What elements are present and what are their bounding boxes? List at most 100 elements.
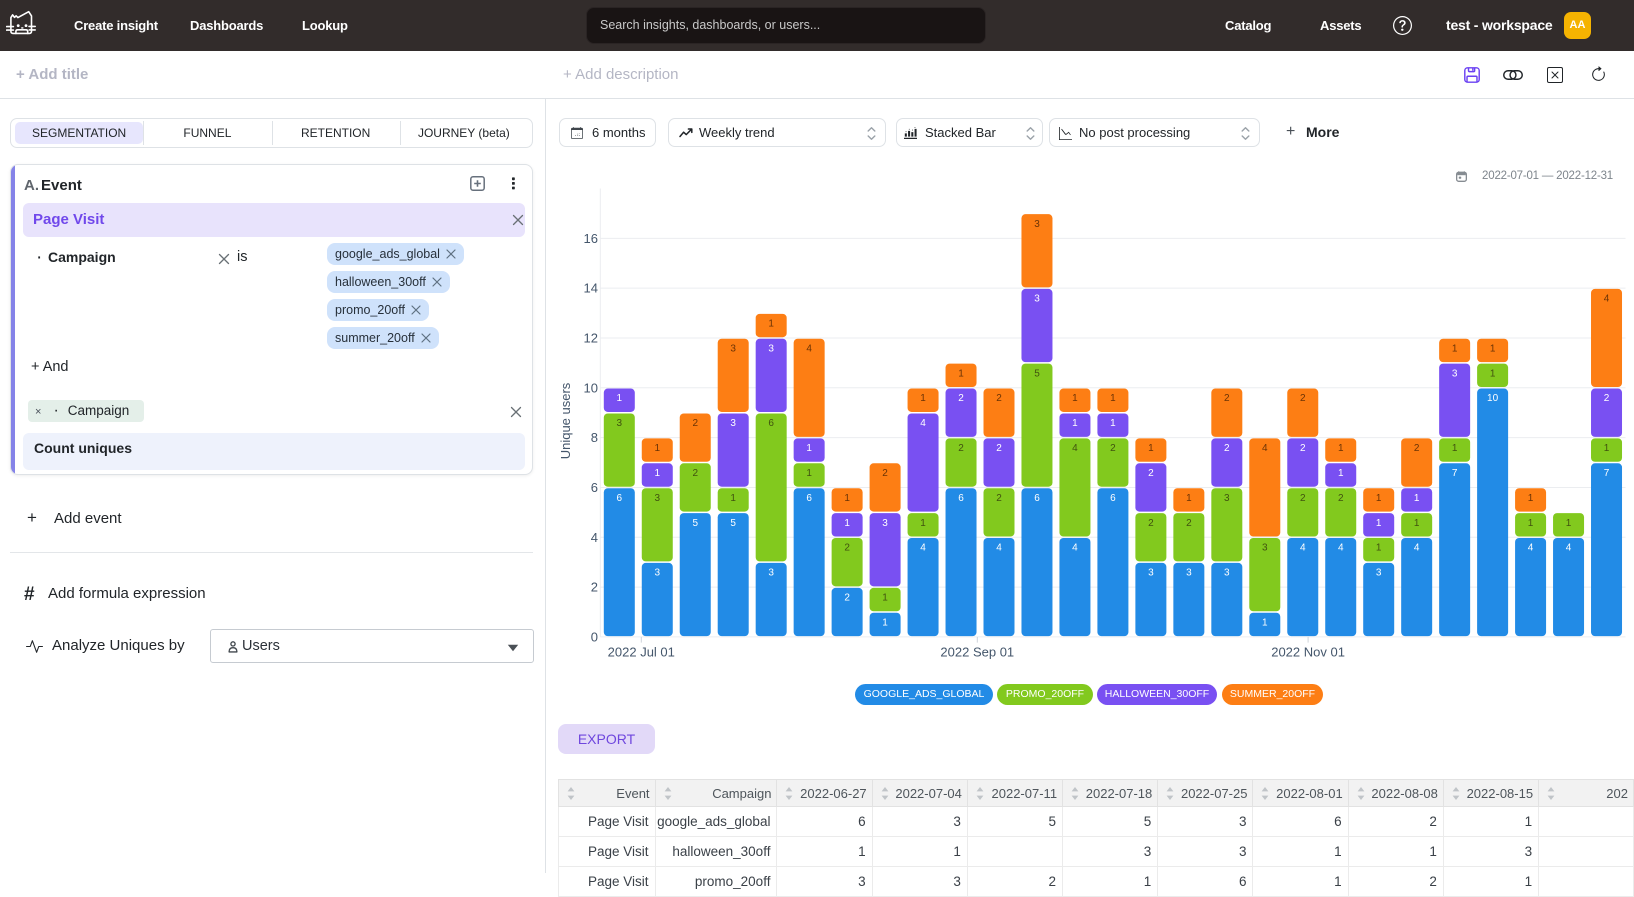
svg-text:6: 6 <box>1110 493 1116 504</box>
svg-text:2: 2 <box>1224 393 1230 404</box>
svg-text:5: 5 <box>730 518 736 529</box>
svg-text:3: 3 <box>730 343 736 354</box>
svg-text:1: 1 <box>1490 343 1496 354</box>
svg-text:1: 1 <box>1490 368 1496 379</box>
svg-text:1: 1 <box>654 468 660 479</box>
svg-text:1: 1 <box>1338 468 1344 479</box>
svg-text:3: 3 <box>730 418 736 429</box>
svg-text:1: 1 <box>958 368 964 379</box>
svg-text:4: 4 <box>1338 543 1344 554</box>
svg-text:1: 1 <box>882 617 888 628</box>
svg-text:2: 2 <box>1300 493 1306 504</box>
svg-text:1: 1 <box>1414 493 1420 504</box>
svg-text:1: 1 <box>882 592 888 603</box>
svg-text:1: 1 <box>1186 493 1192 504</box>
svg-text:1: 1 <box>844 518 850 529</box>
svg-text:2: 2 <box>958 443 964 454</box>
svg-text:1: 1 <box>1566 518 1572 529</box>
svg-text:1: 1 <box>1452 343 1458 354</box>
svg-text:5: 5 <box>1034 368 1040 379</box>
svg-text:1: 1 <box>1110 418 1116 429</box>
svg-text:3: 3 <box>1224 568 1230 579</box>
svg-text:6: 6 <box>617 493 623 504</box>
svg-text:2: 2 <box>844 543 850 554</box>
svg-text:16: 16 <box>584 231 598 246</box>
svg-text:1: 1 <box>1528 518 1534 529</box>
svg-text:3: 3 <box>882 518 888 529</box>
svg-text:1: 1 <box>920 518 926 529</box>
svg-text:14: 14 <box>584 281 598 296</box>
svg-text:1: 1 <box>1376 543 1382 554</box>
svg-text:4: 4 <box>1414 543 1420 554</box>
svg-text:2: 2 <box>882 468 888 479</box>
svg-text:2: 2 <box>1338 493 1344 504</box>
svg-text:3: 3 <box>1376 568 1382 579</box>
svg-text:3: 3 <box>1034 294 1040 305</box>
svg-text:12: 12 <box>584 330 598 345</box>
svg-text:6: 6 <box>1034 493 1040 504</box>
svg-text:7: 7 <box>1604 468 1610 479</box>
svg-text:4: 4 <box>1604 294 1610 305</box>
svg-text:4: 4 <box>1300 543 1306 554</box>
svg-text:4: 4 <box>1072 543 1078 554</box>
svg-text:2: 2 <box>692 418 698 429</box>
svg-text:1: 1 <box>617 393 623 404</box>
svg-text:1: 1 <box>768 318 774 329</box>
svg-text:4: 4 <box>591 530 598 545</box>
svg-text:5: 5 <box>692 518 698 529</box>
svg-text:1: 1 <box>920 393 926 404</box>
svg-text:1: 1 <box>654 443 660 454</box>
svg-text:1: 1 <box>1376 493 1382 504</box>
svg-text:2: 2 <box>1300 443 1306 454</box>
svg-text:4: 4 <box>1262 443 1268 454</box>
svg-text:Unique users: Unique users <box>558 382 573 459</box>
svg-text:2: 2 <box>1186 518 1192 529</box>
svg-text:4: 4 <box>920 418 926 429</box>
svg-text:3: 3 <box>1224 493 1230 504</box>
svg-text:2: 2 <box>996 393 1002 404</box>
svg-text:6: 6 <box>591 480 598 495</box>
svg-text:0: 0 <box>591 629 598 644</box>
svg-text:1: 1 <box>1528 493 1534 504</box>
svg-text:4: 4 <box>1072 443 1078 454</box>
svg-text:8: 8 <box>591 430 598 445</box>
svg-text:3: 3 <box>654 568 660 579</box>
svg-text:2022 Sep 01: 2022 Sep 01 <box>940 645 1014 660</box>
svg-text:6: 6 <box>958 493 964 504</box>
svg-text:3: 3 <box>768 343 774 354</box>
svg-text:1: 1 <box>806 443 812 454</box>
svg-text:7: 7 <box>1452 468 1458 479</box>
svg-text:4: 4 <box>1528 543 1534 554</box>
svg-text:2: 2 <box>996 493 1002 504</box>
svg-text:4: 4 <box>806 343 812 354</box>
svg-text:3: 3 <box>1262 543 1268 554</box>
svg-text:1: 1 <box>1148 443 1154 454</box>
svg-text:2022 Jul 01: 2022 Jul 01 <box>608 645 675 660</box>
svg-text:2: 2 <box>844 592 850 603</box>
svg-text:4: 4 <box>996 543 1002 554</box>
svg-text:2: 2 <box>692 468 698 479</box>
svg-text:2: 2 <box>1148 518 1154 529</box>
svg-text:1: 1 <box>844 493 850 504</box>
svg-text:1: 1 <box>1338 443 1344 454</box>
svg-text:3: 3 <box>1148 568 1154 579</box>
svg-text:3: 3 <box>1034 219 1040 230</box>
svg-text:2: 2 <box>1604 393 1610 404</box>
svg-text:10: 10 <box>1487 393 1499 404</box>
svg-text:2: 2 <box>1148 468 1154 479</box>
svg-text:3: 3 <box>617 418 623 429</box>
svg-text:1: 1 <box>1072 393 1078 404</box>
svg-text:1: 1 <box>1604 443 1610 454</box>
svg-text:6: 6 <box>806 493 812 504</box>
svg-text:4: 4 <box>920 543 926 554</box>
svg-text:2: 2 <box>958 393 964 404</box>
svg-text:6: 6 <box>768 418 774 429</box>
svg-text:4: 4 <box>1566 543 1572 554</box>
svg-text:2: 2 <box>1414 443 1420 454</box>
svg-text:3: 3 <box>1186 568 1192 579</box>
svg-text:1: 1 <box>1414 518 1420 529</box>
svg-text:1: 1 <box>1376 518 1382 529</box>
svg-text:2: 2 <box>1110 443 1116 454</box>
svg-text:2: 2 <box>996 443 1002 454</box>
svg-text:2: 2 <box>1224 443 1230 454</box>
